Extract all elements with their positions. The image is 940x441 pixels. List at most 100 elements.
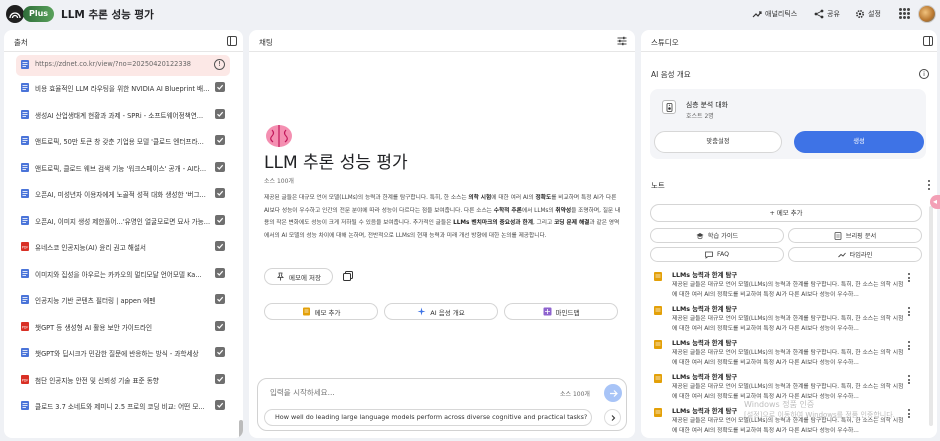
note-item[interactable]: LLMs 능력과 한계 탐구 제공된 글들은 대규모 언어 모델(LLMs)의 능… <box>652 270 918 304</box>
side-widget-button[interactable]: ◂ <box>930 195 940 209</box>
document-icon <box>21 295 29 304</box>
source-checkbox[interactable] <box>215 373 225 384</box>
source-label: 오픈AI, 미성년자 이용자에게 노골적 성적 대화 생성한 '버그... <box>35 191 206 199</box>
info-icon[interactable]: i <box>919 69 929 79</box>
send-button[interactable] <box>604 384 622 402</box>
customize-button[interactable]: 맞춤설정 <box>654 131 782 153</box>
more-vert-icon[interactable] <box>908 273 911 284</box>
document-icon <box>21 136 29 145</box>
document-icon <box>21 348 29 357</box>
plan-badge: Plus <box>23 6 55 22</box>
note-title: LLMs 능력과 한계 탐구 <box>672 408 738 415</box>
faq-icon <box>705 251 713 259</box>
check-icon <box>217 217 224 223</box>
source-item[interactable]: 앤트로픽, 클로드 웨브 검색 기능 '워크스페이스' 공개 - AI타... <box>4 154 242 181</box>
source-checkbox[interactable] <box>215 135 225 145</box>
source-item[interactable]: 챗GPT와 딥시크가 민감한 질문에 반응하는 방식 - 과학세상 <box>4 339 242 366</box>
faq-label: FAQ <box>717 251 729 258</box>
settings-label: 설정 <box>868 10 881 18</box>
info-icon[interactable]: ! <box>214 59 225 70</box>
watermark-line-1: Windows 정품 인증 <box>744 400 815 409</box>
copy-icon[interactable] <box>343 271 353 281</box>
collapse-panel-icon[interactable] <box>923 36 933 46</box>
source-item[interactable]: 생성AI 산업생태계 현황과 과제 - SPRi - 소프트웨어정책연... <box>4 101 242 128</box>
chat-input-box[interactable]: 입력을 시작하세요... 소스 100개 How well do leading… <box>257 378 627 431</box>
note-item[interactable]: LLMs 능력과 한계 탐구 제공된 글들은 대규모 언어 모델(LLMs)의 능… <box>652 304 918 338</box>
study-guide-chip[interactable]: 학습 가이드 <box>650 228 784 243</box>
analytics-label: 애널리틱스 <box>765 10 798 18</box>
source-item[interactable]: PDF 유네스코 인공지능(AI) 윤리 권고 해설서 <box>4 233 242 260</box>
source-checkbox[interactable] <box>215 320 225 331</box>
source-item[interactable]: PDF 챗GPT 등 생성형 AI 활용 보안 가이드라인 <box>4 313 242 340</box>
source-item-highlighted[interactable]: https://zdnet.co.kr/view/?no=20250420122… <box>16 55 230 76</box>
source-label: 비용 효율적인 LLM 라우팅을 위한 NVIDIA AI Blueprint … <box>35 85 210 93</box>
add-memo-button[interactable]: + 메모 추가 <box>650 204 922 222</box>
next-suggestion-button[interactable] <box>604 409 621 426</box>
chevron-right-icon <box>611 414 615 421</box>
source-label: 이미지와 집성을 아우르는 카카오의 멀티모달 언어모델 Ka... <box>35 270 202 279</box>
more-vert-icon[interactable] <box>928 180 931 192</box>
source-item[interactable]: 이미지와 집성을 아우르는 카카오의 멀티모달 언어모델 Ka... <box>4 260 242 287</box>
more-vert-icon[interactable] <box>908 375 911 386</box>
more-vert-icon[interactable] <box>908 341 911 352</box>
analytics-button[interactable]: 애널리틱스 <box>752 5 797 23</box>
source-label: 클로드 3.7 소네트와 제미니 2.5 프로의 코딩 비교: 어떤 모... <box>35 403 205 411</box>
chat-input-source-count: 소스 100개 <box>560 391 590 398</box>
collapse-panel-icon[interactable] <box>227 36 237 46</box>
note-item[interactable]: LLMs 능력과 한계 탐구 제공된 글들은 대규모 언어 모델(LLMs)의 능… <box>652 338 918 372</box>
source-checkbox[interactable] <box>215 214 225 225</box>
suggested-question[interactable]: How well do leading large language model… <box>264 409 592 426</box>
source-checkbox[interactable] <box>215 188 225 198</box>
source-item[interactable]: 클로드 3.7 소네트와 제미니 2.5 프로의 코딩 비교: 어떤 모... <box>4 392 242 419</box>
study-guide-label: 학습 가이드 <box>707 233 739 240</box>
source-item[interactable]: 인공지능 기반 콘텐츠 필터링 | appen 에펜 <box>4 286 242 313</box>
source-label: 유네스코 인공지능(AI) 윤리 권고 해설서 <box>35 244 146 252</box>
pin-icon <box>277 272 284 281</box>
notebook-title[interactable]: LLM 추론 성능 평가 <box>61 7 154 22</box>
briefing-doc-icon <box>834 231 842 240</box>
source-item[interactable]: 비용 효율적인 LLM 라우팅을 위한 NVIDIA AI Blueprint … <box>4 74 242 101</box>
document-icon <box>21 268 29 278</box>
note-icon <box>302 307 310 316</box>
studio-scrollbar[interactable] <box>929 206 933 426</box>
save-to-note-button[interactable]: 메모에 저장 <box>264 268 333 285</box>
avatar[interactable] <box>918 5 936 23</box>
briefing-doc-label: 브리핑 문서 <box>845 233 877 240</box>
more-vert-icon[interactable] <box>908 409 911 420</box>
settings-button[interactable]: 설정 <box>855 5 881 23</box>
source-item[interactable]: 앤트로픽, 50만 토큰 창 갖춘 기업용 모델 '클로드 엔터프라... <box>4 127 242 154</box>
source-checkbox[interactable] <box>215 161 225 172</box>
source-item[interactable]: 오픈AI, 미성년자 이용자에게 노골적 성적 대화 생성한 '버그... <box>4 180 242 207</box>
summary-keyword: 의학 시험 <box>468 195 492 201</box>
source-checkbox[interactable] <box>215 82 225 92</box>
briefing-doc-chip[interactable]: 브리핑 문서 <box>788 228 922 243</box>
chat-input-placeholder[interactable]: 입력을 시작하세요... <box>270 387 335 398</box>
source-count: 소스 100개 <box>264 178 294 185</box>
source-checkbox[interactable] <box>215 347 225 357</box>
apps-grid-icon[interactable] <box>899 8 910 19</box>
svg-text:PDF: PDF <box>22 378 29 382</box>
generate-button[interactable]: 생성 <box>794 131 924 153</box>
document-icon <box>21 162 29 172</box>
source-item[interactable]: 오픈AI, 이미지 생성 제한풀어...'유명인 얼굴모로면 묘사 가능... <box>4 207 242 234</box>
faq-chip[interactable]: FAQ <box>650 247 784 262</box>
source-checkbox[interactable] <box>215 267 225 278</box>
sources-scrollbar[interactable] <box>239 420 243 438</box>
summary-keyword: 수학적 추론 <box>493 207 522 214</box>
tune-icon[interactable] <box>617 36 627 46</box>
more-vert-icon[interactable] <box>908 307 911 318</box>
timeline-chip[interactable]: 타임라인 <box>788 247 922 262</box>
pdf-icon: PDF <box>21 374 29 384</box>
source-item[interactable]: PDF 첨단 인공지능 안전 및 신뢰성 기술 표준 동향 <box>4 366 242 393</box>
source-list: https://zdnet.co.kr/view/?no=20250420122… <box>4 53 242 419</box>
mindmap-pill[interactable]: 마인드맵 <box>504 303 618 320</box>
add-memo-pill[interactable]: 메모 추가 <box>264 303 378 320</box>
notebooklm-logo[interactable] <box>6 5 24 23</box>
share-button[interactable]: 공유 <box>814 5 840 23</box>
source-checkbox[interactable] <box>215 241 225 251</box>
source-checkbox[interactable] <box>215 108 225 119</box>
notebook-heading: LLM 추론 성능 평가 <box>264 153 408 173</box>
source-checkbox[interactable] <box>215 400 225 410</box>
source-checkbox[interactable] <box>215 294 225 304</box>
audio-overview-pill[interactable]: AI 음성 개요 <box>384 303 498 320</box>
